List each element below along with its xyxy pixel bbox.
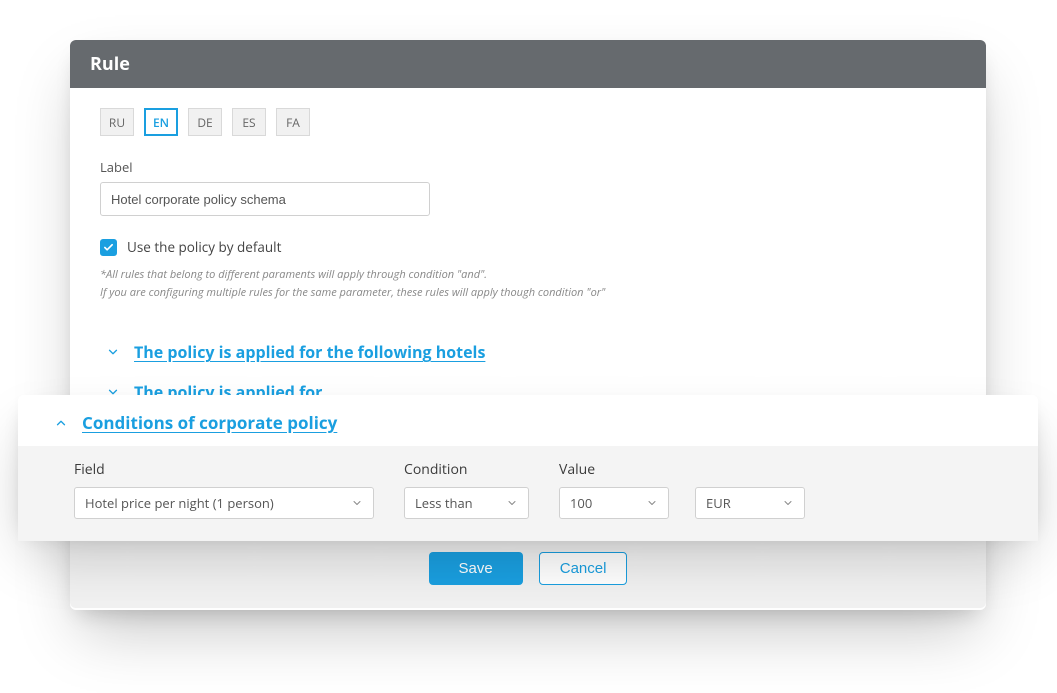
fineprint-line2: If you are configuring multiple rules fo… (100, 284, 956, 302)
condition-column-label: Condition (404, 460, 529, 479)
save-button[interactable]: Save (429, 552, 523, 585)
section-conditions-header[interactable]: Conditions of corporate policy (18, 395, 1038, 446)
currency-select-value: EUR (706, 494, 731, 512)
lang-en-label: EN (153, 114, 169, 131)
lang-ru-button[interactable]: RU (100, 108, 134, 136)
chevron-down-icon (506, 497, 518, 509)
currency-select[interactable]: EUR (695, 487, 805, 519)
value-select[interactable]: 100 (559, 487, 669, 519)
lang-fa-button[interactable]: FA (276, 108, 310, 136)
check-icon (103, 242, 114, 253)
cancel-button[interactable]: Cancel (539, 552, 628, 585)
field-select-value: Hotel price per night (1 person) (85, 494, 274, 512)
lang-fa-label: FA (286, 114, 300, 131)
value-column: Value 100 EUR (559, 460, 805, 519)
lang-es-label: ES (242, 114, 255, 131)
chevron-down-icon (782, 497, 794, 509)
fineprint-line1: *All rules that belong to different para… (100, 266, 956, 284)
default-checkbox-label: Use the policy by default (127, 238, 281, 256)
field-column-label: Field (74, 460, 374, 479)
section-hotels-title: The policy is applied for the following … (134, 341, 485, 363)
header-title: Rule (90, 52, 130, 76)
sections-list: The policy is applied for the following … (100, 341, 956, 403)
label-input[interactable] (100, 182, 430, 216)
chevron-down-icon (646, 497, 658, 509)
condition-select-value: Less than (415, 494, 473, 512)
value-select-value: 100 (570, 494, 592, 512)
condition-select[interactable]: Less than (404, 487, 529, 519)
header-bar: Rule (70, 40, 986, 88)
label-field-label: Label (100, 158, 956, 176)
condition-column: Condition Less than (404, 460, 529, 519)
field-select[interactable]: Hotel price per night (1 person) (74, 487, 374, 519)
chevron-down-icon (351, 497, 363, 509)
default-checkbox-row[interactable]: Use the policy by default (100, 238, 956, 256)
language-tabs: RU EN DE ES FA (100, 108, 956, 136)
fineprint: *All rules that belong to different para… (100, 266, 956, 301)
lang-de-label: DE (197, 114, 212, 131)
field-column: Field Hotel price per night (1 person) (74, 460, 374, 519)
conditions-panel: Conditions of corporate policy Field Hot… (18, 395, 1038, 541)
lang-de-button[interactable]: DE (188, 108, 222, 136)
section-hotels-header[interactable]: The policy is applied for the following … (106, 341, 956, 363)
chevron-down-icon (106, 345, 120, 359)
value-column-label: Value (559, 460, 805, 479)
section-conditions-title: Conditions of corporate policy (82, 411, 337, 434)
main-card: Rule RU EN DE ES FA Label Use the policy… (70, 40, 986, 421)
content-area: RU EN DE ES FA Label Use the policy by d… (70, 88, 986, 403)
lang-ru-label: RU (109, 114, 125, 131)
lang-en-button[interactable]: EN (144, 108, 178, 136)
default-checkbox[interactable] (100, 239, 117, 256)
conditions-form: Field Hotel price per night (1 person) C… (18, 446, 1038, 541)
chevron-up-icon (54, 416, 68, 430)
lang-es-button[interactable]: ES (232, 108, 266, 136)
